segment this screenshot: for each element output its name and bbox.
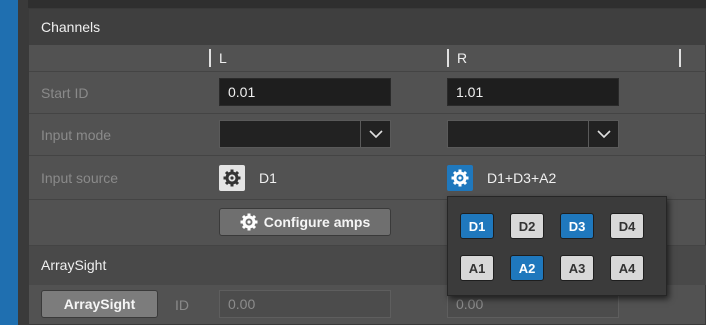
arraysight-button[interactable]: ArraySight bbox=[41, 290, 158, 318]
input-source-l-value: D1 bbox=[259, 170, 277, 186]
app-frame: Channels L R Start ID 0.01 1.01 Input mo… bbox=[0, 0, 706, 325]
column-divider bbox=[209, 49, 211, 67]
start-id-label: Start ID bbox=[41, 85, 89, 101]
input-source-label: Input source bbox=[41, 170, 119, 186]
input-mode-r-select[interactable] bbox=[447, 120, 619, 148]
arraysight-title: ArraySight bbox=[41, 257, 107, 273]
column-divider bbox=[447, 49, 449, 67]
arraysight-id-l-input[interactable]: 0.00 bbox=[219, 290, 391, 318]
gear-icon[interactable] bbox=[447, 165, 473, 191]
gear-icon[interactable] bbox=[219, 165, 245, 191]
row-input-mode: Input mode bbox=[29, 113, 706, 155]
arraysight-id-label: ID bbox=[175, 297, 189, 313]
configure-amps-button[interactable]: Configure amps bbox=[219, 208, 391, 236]
left-gutter bbox=[18, 0, 28, 325]
left-accent-bar bbox=[0, 0, 18, 325]
input-mode-label: Input mode bbox=[41, 127, 112, 143]
source-chip-d4[interactable]: D4 bbox=[610, 213, 644, 239]
source-chip-d2[interactable]: D2 bbox=[510, 213, 544, 239]
gear-icon bbox=[240, 213, 258, 231]
input-mode-l-select[interactable] bbox=[219, 120, 391, 148]
source-chip-d3[interactable]: D3 bbox=[560, 213, 594, 239]
column-header-r: R bbox=[447, 49, 667, 67]
source-chip-a2[interactable]: A2 bbox=[510, 255, 544, 281]
row-start-id: Start ID 0.01 1.01 bbox=[29, 71, 706, 113]
source-chip-a1[interactable]: A1 bbox=[460, 255, 494, 281]
channels-panel: Channels L R Start ID 0.01 1.01 Input mo… bbox=[28, 8, 706, 325]
source-chip-a4[interactable]: A4 bbox=[610, 255, 644, 281]
source-chip-a3[interactable]: A3 bbox=[560, 255, 594, 281]
start-id-l-input[interactable]: 0.01 bbox=[219, 78, 391, 106]
start-id-r-input[interactable]: 1.01 bbox=[447, 78, 619, 106]
column-label-r: R bbox=[457, 50, 468, 66]
row-input-source: Input source D1 D1+D3+A2 bbox=[29, 155, 706, 199]
channels-header: Channels bbox=[29, 9, 706, 45]
column-end-divider bbox=[679, 49, 681, 67]
section-title: Channels bbox=[41, 19, 101, 35]
configure-amps-label: Configure amps bbox=[263, 214, 371, 230]
source-chip-d1[interactable]: D1 bbox=[460, 213, 494, 239]
column-header-l: L bbox=[209, 49, 429, 67]
column-label-l: L bbox=[219, 50, 227, 66]
chevron-down-icon[interactable] bbox=[360, 121, 390, 147]
top-strip bbox=[28, 0, 706, 8]
input-source-r-value: D1+D3+A2 bbox=[487, 170, 557, 186]
chevron-down-icon[interactable] bbox=[588, 121, 618, 147]
input-source-popup: D1 D2 D3 D4 A1 A2 A3 A4 bbox=[447, 196, 667, 296]
